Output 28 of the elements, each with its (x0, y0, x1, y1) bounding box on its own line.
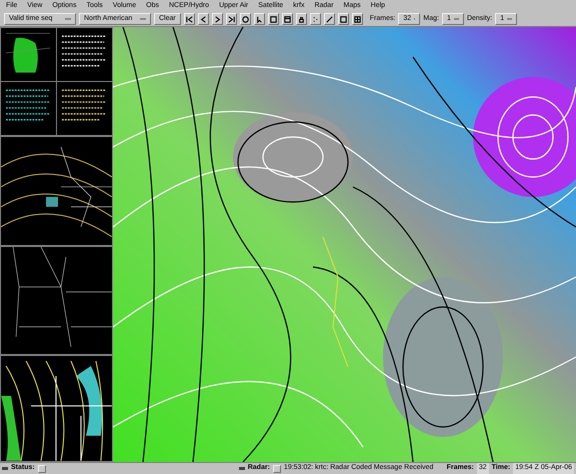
previous-frame-icon (198, 14, 208, 24)
previous-frame-button[interactable] (198, 13, 209, 25)
dots-button[interactable] (310, 13, 321, 25)
loop-icon (240, 14, 250, 24)
loop-button[interactable] (240, 13, 251, 25)
pen-button[interactable] (324, 13, 335, 25)
forecast-map-drawing (57, 28, 112, 81)
lock-icon (296, 14, 306, 24)
indicator-button[interactable] (38, 464, 46, 472)
pen-icon (324, 14, 334, 24)
last-frame-icon (226, 14, 236, 24)
last-frame-button[interactable] (226, 13, 237, 25)
next-frame-icon (212, 14, 222, 24)
forecast-map-drawing (57, 82, 112, 135)
first-frame-button[interactable] (184, 13, 195, 25)
lock-button[interactable] (296, 13, 307, 25)
window-button[interactable] (282, 13, 293, 25)
forecast-map-drawing (1, 82, 56, 135)
status-bar-icon (2, 467, 8, 470)
pointer-button[interactable] (254, 13, 265, 25)
window-icon (282, 14, 292, 24)
indicator-button[interactable] (272, 464, 281, 472)
grid-button[interactable] (352, 13, 363, 25)
grid-icon (352, 14, 362, 24)
first-frame-icon (184, 14, 194, 24)
next-frame-button[interactable] (212, 13, 223, 25)
dots-icon (310, 14, 320, 24)
radar-bar-icon (238, 467, 245, 470)
